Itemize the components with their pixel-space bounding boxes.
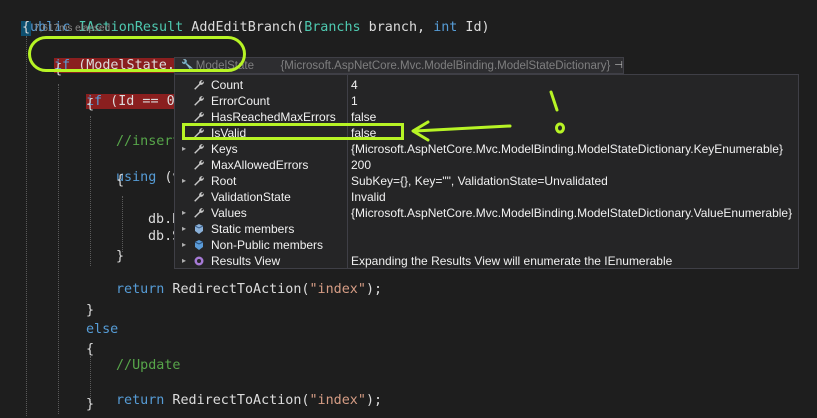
param-type: Branchs (304, 20, 361, 35)
datatip-row[interactable]: ▸ Keys {Microsoft.AspNetCore.Mvc.ModelBind… (175, 141, 798, 157)
code-brace: } (116, 249, 125, 264)
datatip-row-name: Values (211, 206, 247, 220)
if-id-line: if (Id == 0) (86, 78, 183, 110)
datatip-row-name: Root (211, 174, 237, 188)
code-brace: { (86, 342, 95, 357)
indent-guide (90, 116, 91, 266)
wrench-icon (193, 175, 205, 187)
results-view-icon (193, 255, 205, 267)
annotation-box (182, 123, 404, 140)
code-brace: { (22, 20, 31, 35)
indent-guide (122, 196, 123, 252)
pin-icon[interactable]: ⊣ (614, 60, 623, 71)
indent-guide (26, 36, 27, 416)
datatip-row-name: Count (211, 78, 244, 92)
param-name: branch, (360, 20, 434, 35)
datatip-row-value[interactable]: 4 (351, 77, 358, 93)
expand-arrow-icon[interactable]: ▸ (179, 173, 189, 189)
code-comment: //Update (116, 358, 181, 373)
call: RedirectToAction( (164, 282, 310, 297)
datatip-panel: Count 4 ErrorCount 1 HasReachedMaxErrors fals… (174, 74, 799, 269)
datatip-row-value[interactable]: {Microsoft.AspNetCore.Mvc.ModelBinding.M… (351, 141, 783, 157)
else-keyword: else (86, 322, 119, 337)
call: RedirectToAction( (164, 393, 310, 408)
datatip-row[interactable]: ▸ Static members (175, 221, 798, 237)
annotation-ellipse (28, 36, 246, 72)
expand-arrow-icon[interactable]: ▸ (179, 253, 189, 269)
call-end: ); (365, 393, 383, 408)
datatip-header-value: {Microsoft.AspNetCore.Mvc.ModelBinding.M… (280, 59, 611, 72)
datatip-row-name: ValidationState (211, 190, 291, 204)
datatip-row-value[interactable]: {Microsoft.AspNetCore.Mvc.ModelBinding.M… (351, 205, 792, 221)
code-brace: } (86, 397, 95, 412)
code-brace: } (86, 303, 95, 318)
keyword: return (116, 282, 165, 297)
datatip-row[interactable]: Count 4 (175, 77, 798, 93)
keyword: return (116, 393, 165, 408)
datatip-row-name: MaxAllowedErrors (211, 158, 309, 172)
call-end: ); (365, 282, 383, 297)
wrench-icon (193, 191, 205, 203)
wrench-icon (193, 79, 205, 91)
perf-tip-elapsed[interactable]: 7,617ms elapsed (34, 23, 110, 34)
indent-guide (58, 84, 59, 414)
non-public-members-icon (193, 239, 205, 251)
expand-arrow-icon[interactable]: ▸ (179, 221, 189, 237)
datatip-row-value[interactable]: 200 (351, 157, 371, 173)
datatip-row-value[interactable]: 1 (351, 93, 358, 109)
datatip-row-name: Keys (211, 142, 238, 156)
code-comment: //insert (116, 134, 181, 149)
code-brace: { (86, 97, 95, 112)
datatip-row-name: Static members (211, 222, 295, 236)
datatip-row[interactable]: ▸ Root SubKey={}, Key="", ValidationState=… (175, 173, 798, 189)
expand-arrow-icon[interactable]: ▸ (179, 205, 189, 221)
datatip-row[interactable]: ▸ Results View Expanding the Results View … (175, 253, 798, 269)
datatip-row-value[interactable]: Invalid (351, 189, 386, 205)
datatip-row-value[interactable]: Expanding the Results View will enumerat… (351, 253, 672, 269)
return-line: return RedirectToAction("index"); (116, 266, 382, 298)
datatip-row[interactable]: ValidationState Invalid (175, 189, 798, 205)
condition: (Id == 0) (102, 94, 183, 109)
datatip-row[interactable]: ▸ Non-Public members (175, 237, 798, 253)
datatip-row[interactable]: ErrorCount 1 (175, 93, 798, 109)
datatip-row[interactable]: MaxAllowedErrors 200 (175, 157, 798, 173)
code-brace: { (116, 173, 125, 188)
datatip-row-name: Results View (211, 254, 281, 268)
wrench-icon (193, 143, 205, 155)
static-members-icon (193, 223, 205, 235)
method-name: AddEditBranch( (183, 20, 305, 35)
datatip-row-value[interactable]: SubKey={}, Key="", ValidationState=Unval… (351, 173, 608, 189)
return-line: return RedirectToAction("index"); (116, 377, 382, 409)
string-literal: "index" (309, 393, 366, 408)
wrench-icon (193, 207, 205, 219)
expand-arrow-icon[interactable]: ▸ (179, 141, 189, 157)
datatip-row[interactable]: ▸ Values {Microsoft.AspNetCore.Mvc.ModelBi… (175, 205, 798, 221)
param-name: Id) (457, 20, 490, 35)
datatip-row-name: Non-Public members (211, 238, 324, 252)
wrench-icon (193, 95, 205, 107)
wrench-icon (193, 111, 205, 123)
datatip-row-name: ErrorCount (211, 94, 270, 108)
string-literal: "index" (309, 282, 366, 297)
using-line: using (v (116, 154, 181, 186)
wrench-icon (193, 159, 205, 171)
expand-arrow-icon[interactable]: ▸ (179, 237, 189, 253)
keyword: int (433, 20, 458, 35)
